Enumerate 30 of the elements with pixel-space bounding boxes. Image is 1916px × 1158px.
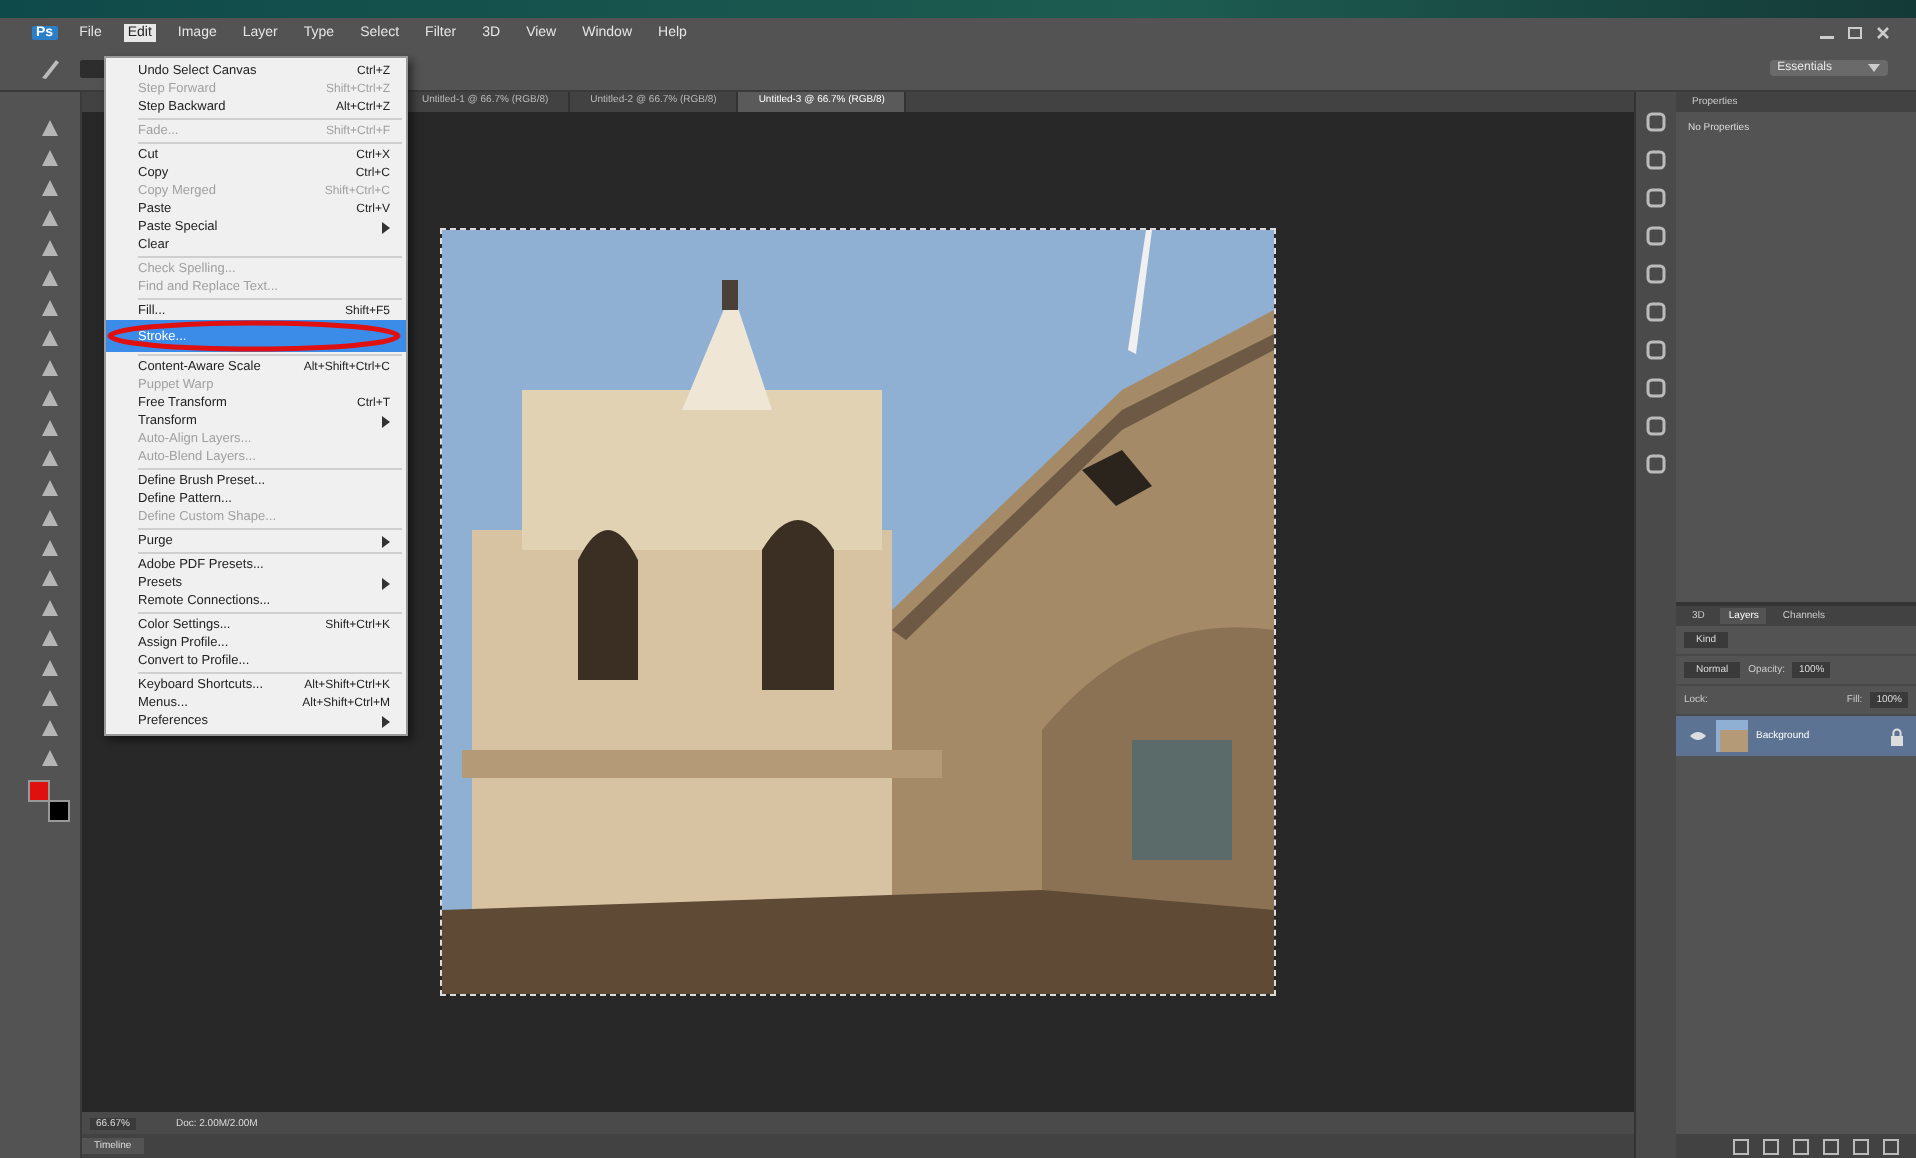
tool-icon[interactable]	[38, 116, 62, 140]
tool-icon[interactable]	[38, 566, 62, 590]
eye-icon[interactable]	[1688, 728, 1708, 744]
tool-icon[interactable]	[38, 746, 62, 770]
tool-icon[interactable]	[38, 146, 62, 170]
tool-icon[interactable]	[38, 236, 62, 260]
maximize-icon[interactable]	[1846, 25, 1864, 39]
tool-icon[interactable]	[38, 206, 62, 230]
tool-icon[interactable]	[38, 476, 62, 500]
tool-icon[interactable]	[38, 446, 62, 470]
tool-icon[interactable]	[38, 176, 62, 200]
brush-icon[interactable]	[36, 54, 64, 82]
tool-icon[interactable]	[38, 386, 62, 410]
tool-icon[interactable]	[38, 416, 62, 440]
close-icon[interactable]	[1874, 25, 1892, 39]
tool-icon[interactable]	[38, 266, 62, 290]
tool-icon[interactable]	[38, 596, 62, 620]
tool-icon[interactable]	[38, 716, 62, 740]
tool-icon[interactable]	[38, 686, 62, 710]
tool-icon[interactable]	[38, 626, 62, 650]
caret-icon	[1868, 64, 1880, 72]
tool-icon[interactable]	[38, 296, 62, 320]
foreground-color-swatch[interactable]	[28, 780, 50, 802]
tool-icon[interactable]	[38, 536, 62, 560]
tool-icon[interactable]	[38, 356, 62, 380]
layer-thumbnail	[1716, 720, 1748, 752]
tool-icon[interactable]	[38, 656, 62, 680]
tool-icon[interactable]	[38, 506, 62, 530]
tool-icon[interactable]	[38, 326, 62, 350]
background-color-swatch[interactable]	[48, 800, 70, 822]
